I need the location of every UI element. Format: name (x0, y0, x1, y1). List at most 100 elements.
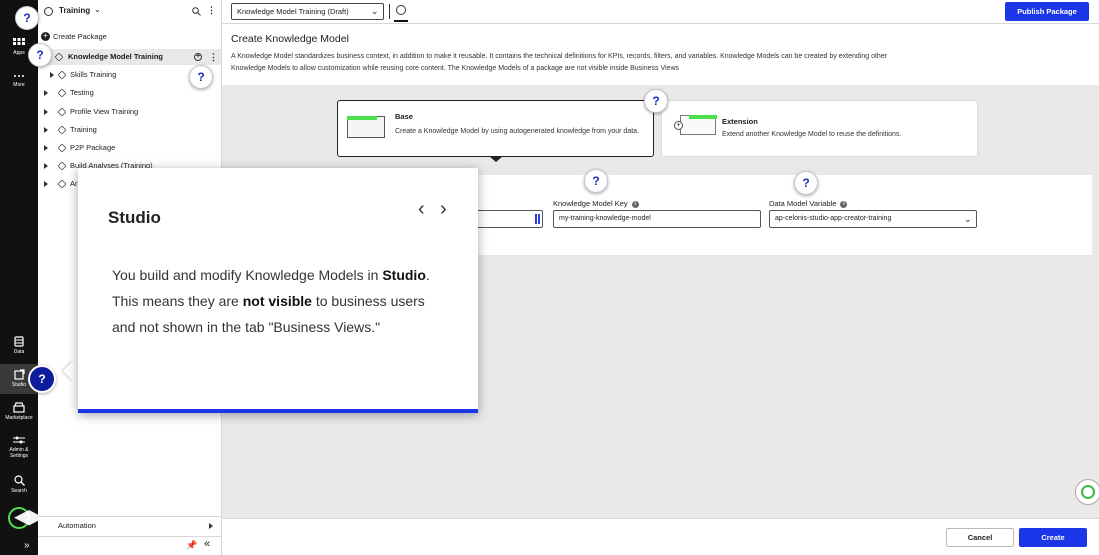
help-marker[interactable]: ? (794, 171, 818, 195)
collapse-sidebar-button[interactable]: « (204, 538, 210, 550)
page-description: A Knowledge Model standardizes business … (231, 53, 888, 72)
help-marker[interactable]: ? (28, 43, 52, 67)
rail-marketplace[interactable]: Marketplace (0, 402, 38, 421)
rail-studio-label: Studio (11, 382, 27, 388)
data-model-variable-label: Data Model Variable i (769, 199, 848, 208)
space-title[interactable]: Training (59, 6, 90, 15)
cube-icon (57, 179, 67, 189)
assistant-icon (1081, 485, 1095, 499)
rail-data[interactable]: Data (0, 336, 38, 355)
assistant-button[interactable] (1075, 479, 1099, 505)
chevron-down-icon: ⌄ (964, 214, 972, 224)
tree-item-testing[interactable]: Testing (38, 85, 221, 101)
cube-icon (57, 107, 67, 117)
cube-icon (57, 161, 67, 171)
option-title: Extension (722, 117, 758, 126)
plus-circle-icon[interactable]: + (41, 32, 50, 41)
tree-item-profile-view-training[interactable]: Profile View Training (38, 104, 221, 120)
row-menu-icon[interactable]: ⋮ (209, 49, 218, 65)
tree-item-label: P2P Package (70, 143, 116, 152)
rail-search-label: Search (11, 488, 27, 494)
help-marker[interactable]: ? (189, 65, 213, 89)
cube-icon (57, 88, 67, 98)
caret-right-icon (44, 181, 48, 187)
divider (38, 536, 221, 537)
popover-body: You build and modify Knowledge Models in… (112, 267, 430, 335)
rail-search[interactable]: Search (0, 475, 38, 494)
tree-item-label: Knowledge Model Training (68, 52, 164, 61)
rail-marketplace-label: Marketplace (5, 415, 33, 421)
cube-icon (54, 52, 64, 62)
caret-right-icon (44, 163, 48, 169)
tree-item-label: Training (70, 125, 97, 134)
footer-divider (222, 518, 1099, 519)
search-icon (13, 475, 25, 486)
tree-item-p2p-package[interactable]: P2P Package (38, 140, 221, 156)
knowledge-model-key-input[interactable]: my-training-knowledge-model (553, 210, 761, 228)
pin-icon[interactable]: 📌 (186, 540, 197, 551)
rail-more-label: More (13, 82, 25, 88)
sidebar-menu-icon[interactable]: ⋮ (207, 5, 216, 16)
divider (389, 4, 390, 19)
rail-data-label: Data (13, 349, 25, 355)
divider (38, 516, 221, 517)
rail-admin-settings[interactable]: Admin & Settings (0, 435, 38, 459)
caret-right-icon (50, 72, 54, 78)
data-model-variable-value: ap-celonis-studio-app-creator-training (775, 215, 892, 222)
tree-item-label: Ar (70, 179, 78, 188)
cube-icon (57, 143, 67, 153)
tree-item-label: Profile View Training (70, 107, 139, 116)
page-title: Create Knowledge Model (231, 33, 349, 45)
chevron-down-icon[interactable]: ⌄ (94, 5, 101, 14)
tree-item-training[interactable]: Training (38, 122, 221, 138)
base-illustration-icon (347, 116, 385, 138)
help-marker[interactable]: ? (644, 89, 668, 113)
sliders-icon (13, 436, 25, 444)
chevron-down-icon: ⌄ (371, 6, 379, 16)
package-select-value: Knowledge Model Training (Draft) (237, 7, 349, 16)
field-action-icon (535, 214, 540, 224)
tree-item-knowledge-model-training[interactable]: Knowledge Model Training + ⋮ (38, 49, 221, 65)
data-model-variable-select[interactable]: ap-celonis-studio-app-creator-training ⌄ (769, 210, 977, 228)
tree-item-label: Skills Training (70, 70, 117, 79)
top-bar: Knowledge Model Training (Draft) ⌄ Publi… (222, 0, 1099, 24)
caret-right-icon[interactable] (209, 523, 213, 529)
popover-title: Studio (108, 208, 161, 227)
info-icon[interactable]: i (840, 200, 848, 208)
option-base-card[interactable]: Base Create a Knowledge Model by using a… (337, 100, 654, 157)
caret-right-icon (44, 109, 48, 115)
globe-icon (44, 7, 53, 16)
search-icon[interactable] (192, 7, 201, 16)
previous-button[interactable]: ‹ (418, 198, 425, 221)
extension-illustration-icon: + (674, 115, 718, 139)
rail-more[interactable]: More (0, 72, 38, 88)
tree-item-label: Testing (70, 88, 94, 97)
data-icon (14, 336, 24, 347)
package-select[interactable]: Knowledge Model Training (Draft) ⌄ (231, 3, 384, 20)
knowledge-model-key-label: Knowledge Model Key i (553, 199, 639, 208)
left-rail: Apps More Data Studio Marketplace Admin … (0, 0, 46, 555)
gear-icon[interactable] (396, 5, 406, 15)
info-icon[interactable]: i (631, 200, 639, 208)
help-marker[interactable]: ? (584, 169, 608, 193)
onboarding-popover: Studio ‹ › You build and modify Knowledg… (78, 168, 478, 413)
help-marker[interactable]: ? (15, 6, 39, 30)
publish-package-button[interactable]: Publish Package (1005, 2, 1089, 21)
next-button[interactable]: › (440, 198, 447, 221)
selected-caret-icon (489, 156, 503, 162)
option-title: Base (395, 112, 413, 121)
cancel-button[interactable]: Cancel (946, 528, 1014, 547)
cube-icon (57, 70, 67, 80)
studio-icon (13, 369, 25, 380)
option-desc: Create a Knowledge Model by using autoge… (395, 128, 639, 135)
create-package-link[interactable]: Create Package (53, 32, 107, 41)
caret-right-icon (44, 90, 48, 96)
expand-rail-button[interactable]: » (24, 540, 30, 551)
option-extension-card[interactable]: + Extension Extend another Knowledge Mod… (661, 100, 978, 157)
help-marker-active[interactable]: ? (28, 365, 56, 393)
option-desc: Extend another Knowledge Model to reuse … (722, 131, 902, 138)
caret-right-icon (44, 127, 48, 133)
add-circle-icon[interactable]: + (194, 53, 202, 61)
create-button[interactable]: Create (1019, 528, 1087, 547)
automation-item[interactable]: Automation (58, 521, 96, 530)
